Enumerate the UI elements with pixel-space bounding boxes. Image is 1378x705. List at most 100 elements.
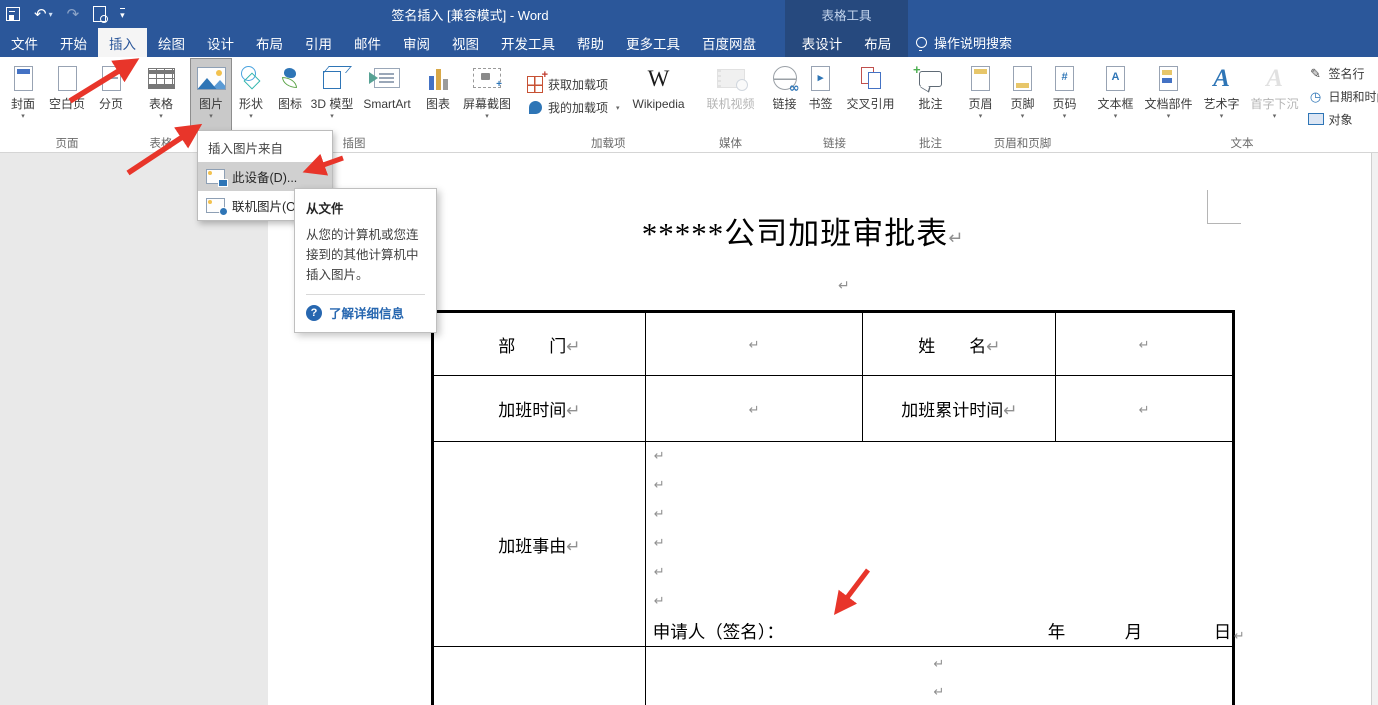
- from-file-tooltip: 从文件 从您的计算机或您连接到的其他计算机中插入图片。 ? 了解详细信息: [294, 188, 437, 333]
- tell-me-more-link[interactable]: 了解详细信息: [329, 303, 404, 322]
- tab-table-layout[interactable]: 布局: [853, 28, 902, 57]
- pilcrow-mark: ↵: [948, 228, 964, 249]
- undo-button[interactable]: ↶▾: [34, 7, 53, 22]
- wikipedia-button[interactable]: WWikipedia: [624, 59, 694, 131]
- page-break-button[interactable]: 分页: [91, 59, 131, 131]
- cell-name-value[interactable]: ↵: [1056, 312, 1234, 376]
- chart-button[interactable]: 图表: [419, 59, 457, 131]
- cell-reason-label[interactable]: 加班事由↵: [433, 442, 646, 647]
- tab-references[interactable]: 引用: [294, 28, 343, 57]
- chevron-down-icon: ▾: [21, 112, 25, 120]
- overtime-approval-table: 部 门↵ ↵ 姓 名↵ ↵ 加班时间↵ ↵ 加班累计时间↵ ↵ 加班事由↵ ↵↵…: [431, 310, 1235, 705]
- icons-button[interactable]: 图标: [271, 59, 309, 131]
- smartart-button[interactable]: SmartArt: [355, 59, 419, 131]
- cover-page-icon: [14, 61, 33, 95]
- blank-page-button[interactable]: 空白页: [43, 59, 91, 131]
- cell-overtime-time-label[interactable]: 加班时间↵: [433, 376, 646, 442]
- vertical-scrollbar[interactable]: [1371, 153, 1378, 705]
- tab-mailings[interactable]: 邮件: [343, 28, 392, 57]
- tab-draw[interactable]: 绘图: [147, 28, 196, 57]
- tab-baidu-netdisk[interactable]: 百度网盘: [691, 28, 767, 57]
- blank-page-label: 空白页: [49, 97, 85, 111]
- tab-home[interactable]: 开始: [49, 28, 98, 57]
- tab-developer[interactable]: 开发工具: [490, 28, 566, 57]
- cell-overtime-time-value[interactable]: ↵: [645, 376, 863, 442]
- comment-button[interactable]: 批注: [908, 59, 954, 131]
- page-break-icon: [102, 61, 121, 95]
- print-preview-button[interactable]: [93, 6, 106, 22]
- bookmark-button[interactable]: ▸书签: [802, 59, 840, 131]
- shapes-button[interactable]: 形状▾: [231, 59, 271, 131]
- bottom-empty-lines: ↵↵: [646, 647, 1232, 705]
- add-ins-stack: 获取加载项我的加载项▾: [523, 59, 624, 133]
- cross-reference-icon: [859, 61, 883, 95]
- chevron-down-icon: ▾: [249, 112, 253, 120]
- tab-help[interactable]: 帮助: [566, 28, 615, 57]
- cell-department-value[interactable]: ↵: [645, 312, 863, 376]
- cell-name-label[interactable]: 姓 名↵: [863, 312, 1056, 376]
- group-label-tables: 表格: [135, 136, 187, 152]
- get-add-ins-icon: [527, 77, 543, 93]
- date-time-button[interactable]: ◷日期和时间: [1308, 88, 1378, 105]
- print-preview-icon: [93, 6, 106, 22]
- signature-line-button[interactable]: ✎签名行: [1308, 65, 1378, 82]
- quick-parts-button[interactable]: 文档部件▾: [1140, 59, 1198, 131]
- cell-reason-value[interactable]: ↵↵↵↵↵↵ 申请人（签名）： 年 月 日 ↵: [645, 442, 1233, 647]
- cell-bottom-label[interactable]: [433, 647, 646, 705]
- cell-cumulative-time-label[interactable]: 加班累计时间↵: [863, 376, 1056, 442]
- tell-me-search[interactable]: 操作说明搜索: [916, 28, 1012, 57]
- ribbon-group-text: A文本框▾文档部件▾A艺术字▾A 首字下沉 ▾ ✎签名行 ◷日期和时间对象文本: [1089, 57, 1378, 152]
- pictures-button[interactable]: 图片▾: [191, 59, 231, 131]
- screenshot-button[interactable]: 屏幕截图▾: [457, 59, 517, 131]
- tab-insert[interactable]: 插入: [98, 28, 147, 57]
- chevron-down-icon: ▾: [1021, 112, 1025, 120]
- date-time-label: 日期和时间: [1329, 88, 1378, 105]
- my-add-ins-icon: [527, 100, 543, 116]
- menu-item-this-device[interactable]: 此设备(D)...: [198, 162, 332, 191]
- wordart-icon: A: [1213, 61, 1230, 95]
- pilcrow-mark: ↵: [1234, 629, 1245, 644]
- tab-view[interactable]: 视图: [441, 28, 490, 57]
- document-title[interactable]: *****公司加班审批表↵: [568, 208, 1038, 253]
- cross-reference-button[interactable]: 交叉引用: [840, 59, 902, 131]
- text-box-button[interactable]: A文本框▾: [1092, 59, 1140, 131]
- table-button[interactable]: 表格▾: [137, 59, 185, 131]
- tab-review[interactable]: 审阅: [392, 28, 441, 57]
- object-button[interactable]: 对象: [1308, 111, 1378, 128]
- page-break-label: 分页: [99, 97, 123, 111]
- 3d-models-button[interactable]: 3D 模型▾: [309, 59, 355, 131]
- qat-customize-button[interactable]: ▾: [120, 8, 125, 21]
- page-number-button[interactable]: #页码▾: [1044, 59, 1086, 131]
- tab-design[interactable]: 设计: [196, 28, 245, 57]
- wordart-button[interactable]: A艺术字▾: [1198, 59, 1246, 131]
- online-video-label: 联机视频: [707, 97, 755, 111]
- get-add-ins-button[interactable]: 获取加载项: [527, 76, 620, 93]
- menu-item-label: 此设备(D)...: [232, 167, 297, 186]
- link-button[interactable]: 链接: [768, 59, 802, 131]
- tooltip-title: 从文件: [306, 198, 425, 217]
- drop-cap-label: 首字下沉: [1251, 97, 1299, 111]
- save-icon: [6, 7, 20, 21]
- tab-file[interactable]: 文件: [0, 28, 49, 57]
- cell-department-label[interactable]: 部 门↵: [433, 312, 646, 376]
- footer-button[interactable]: 页脚▾: [1002, 59, 1044, 131]
- cell-cumulative-time-value[interactable]: ↵: [1056, 376, 1234, 442]
- my-add-ins-button[interactable]: 我的加载项▾: [527, 99, 620, 116]
- save-button[interactable]: [6, 7, 20, 21]
- window-title: 签名插入 [兼容模式] - Word: [260, 0, 680, 28]
- cover-page-button[interactable]: 封面▾: [3, 59, 43, 131]
- tab-more-tools[interactable]: 更多工具: [615, 28, 691, 57]
- bookmark-icon: ▸: [811, 61, 830, 95]
- header-button[interactable]: 页眉▾: [960, 59, 1002, 131]
- document-area: *****公司加班审批表↵ ↵ 部 门↵ ↵ 姓 名↵ ↵ 加班时间↵ ↵ 加班…: [0, 153, 1378, 705]
- screenshot-label: 屏幕截图: [463, 97, 511, 111]
- text-box-label: 文本框: [1098, 97, 1134, 111]
- online-video-icon: [717, 61, 745, 95]
- wikipedia-icon: W: [648, 61, 670, 95]
- cell-bottom-value[interactable]: ↵↵: [645, 647, 1233, 705]
- tab-table-design[interactable]: 表设计: [791, 28, 854, 57]
- tab-layout[interactable]: 布局: [245, 28, 294, 57]
- ribbon-group-media: 联机视频媒体: [697, 57, 765, 152]
- group-label-text: 文本: [1090, 136, 1378, 152]
- chevron-down-icon: ▾: [1114, 112, 1118, 120]
